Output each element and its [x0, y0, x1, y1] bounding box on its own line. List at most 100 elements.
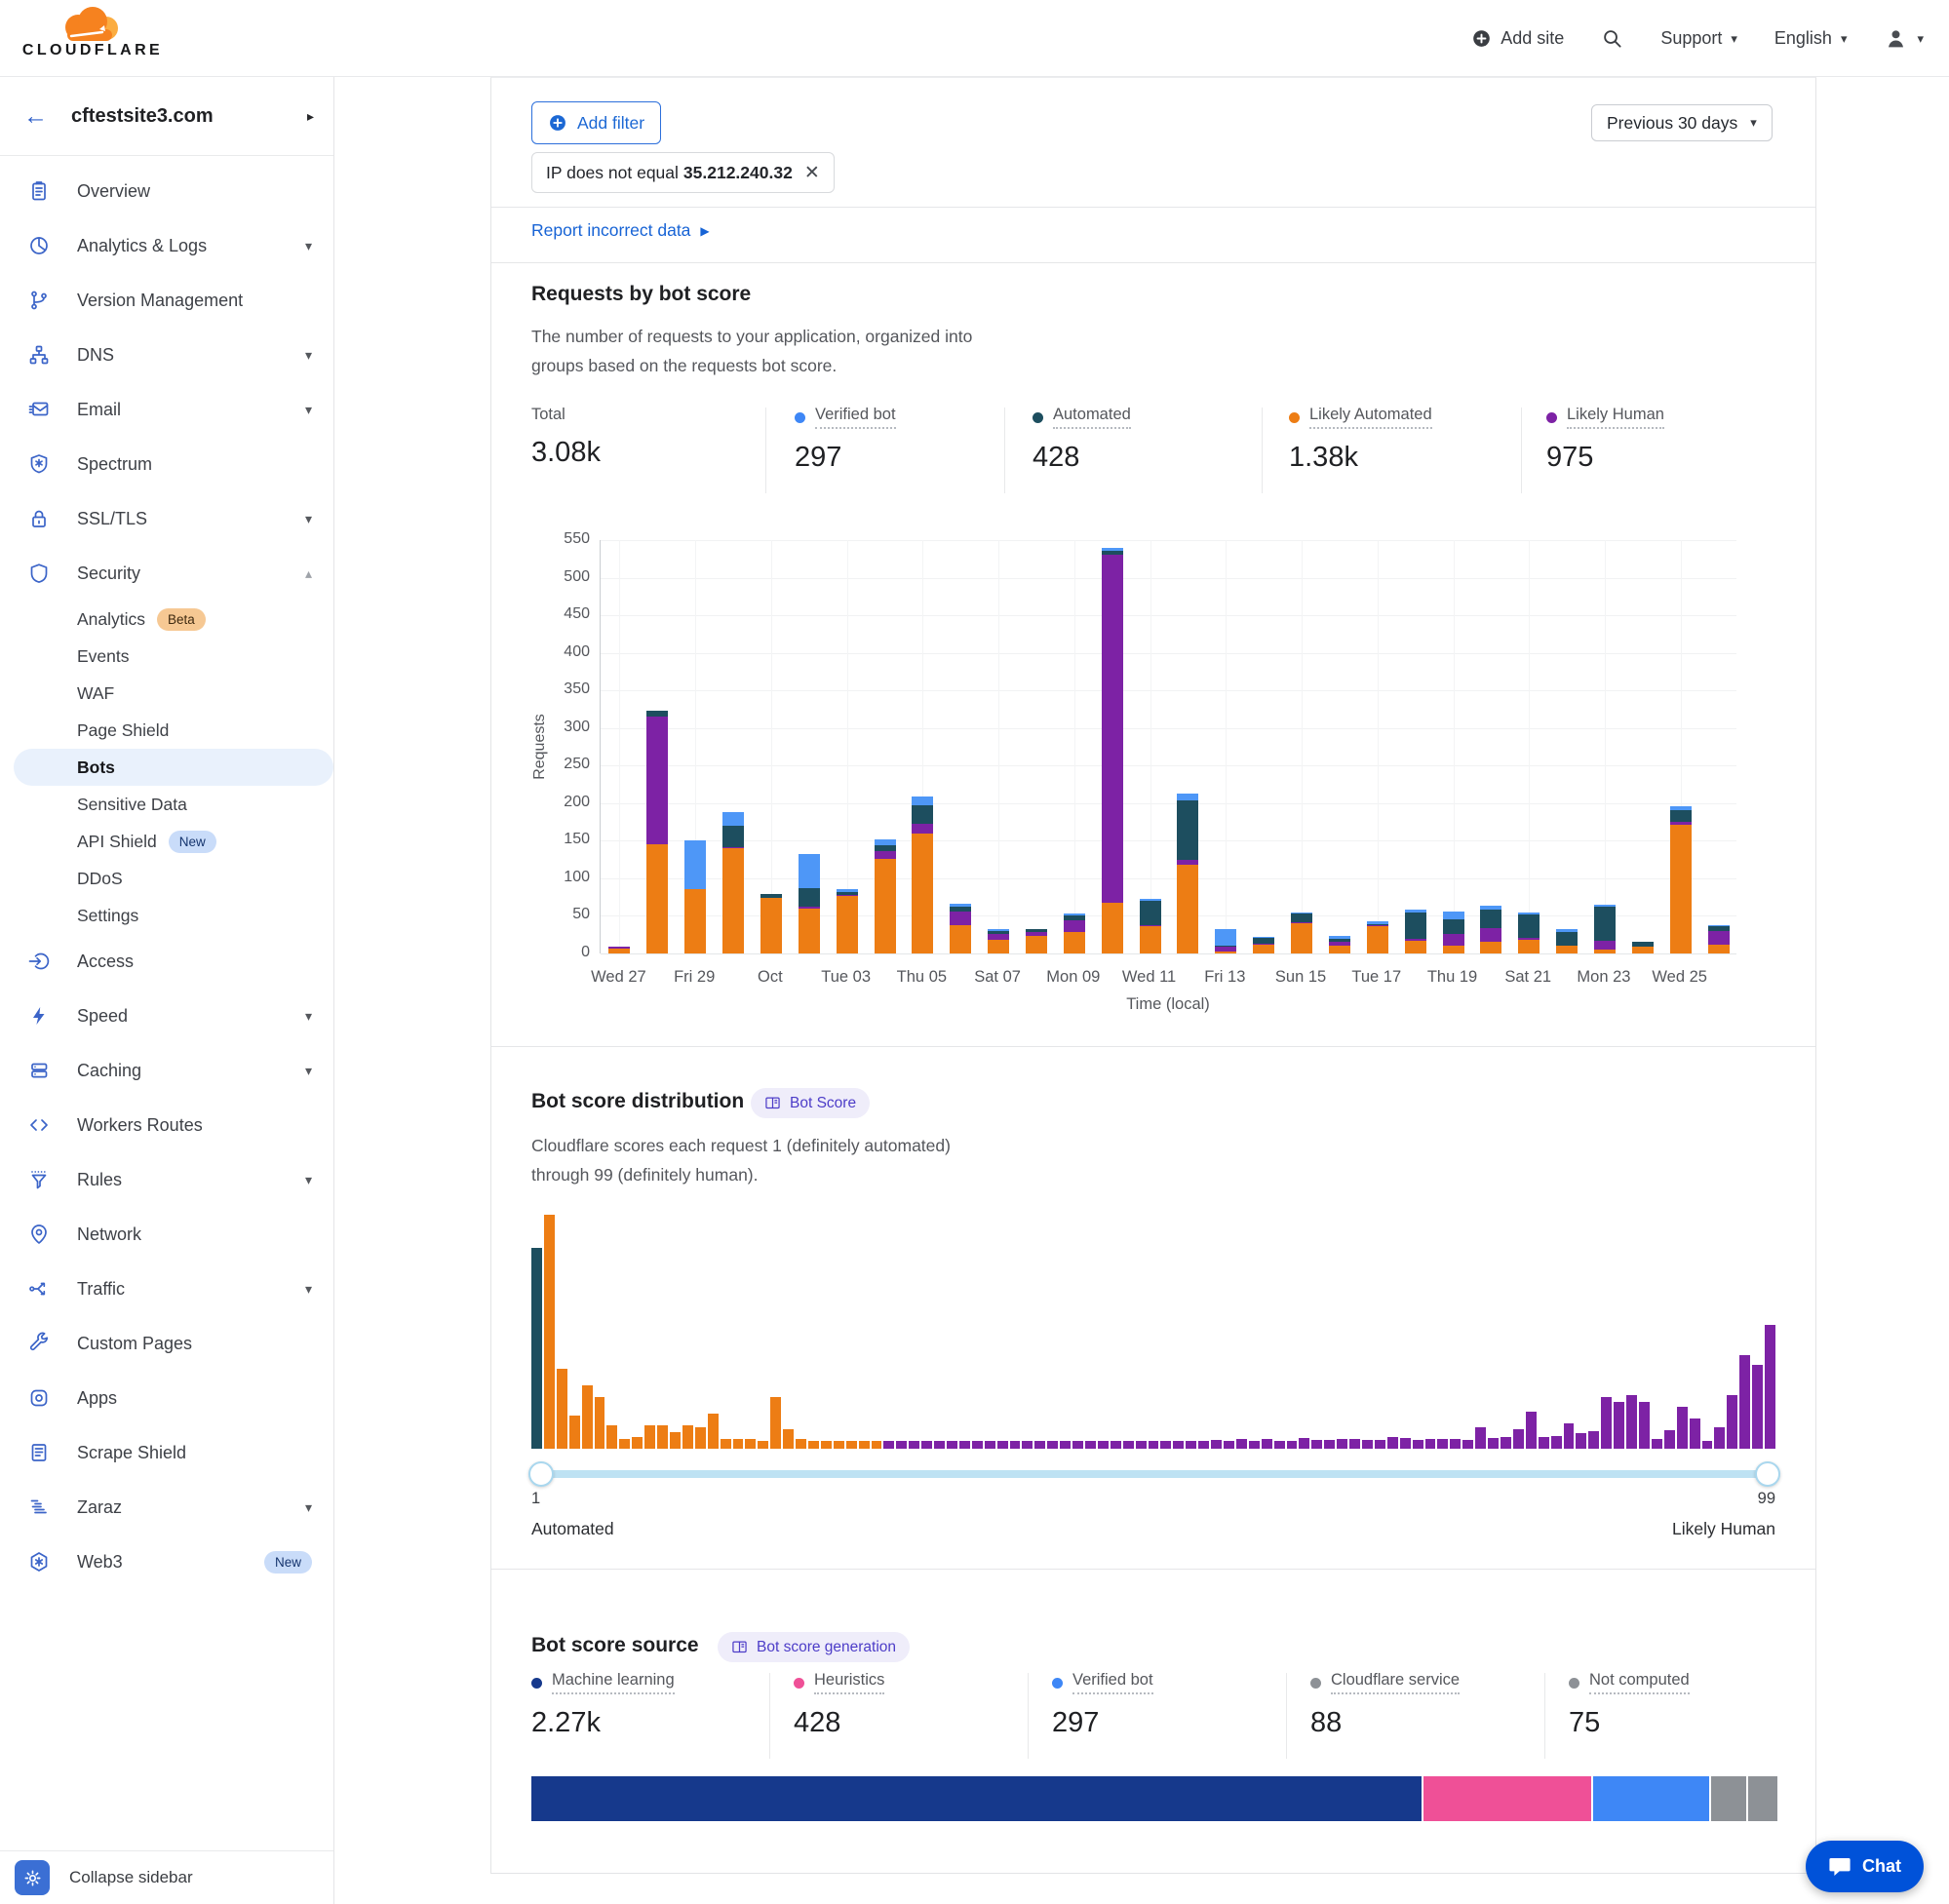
legend-dot [1033, 412, 1043, 423]
stat-value: 297 [795, 442, 896, 474]
report-incorrect-data-link[interactable]: Report incorrect data ▶ [531, 220, 710, 241]
histogram-bar-score-60 [1274, 1441, 1285, 1449]
sidebar-item-network[interactable]: Network [0, 1207, 333, 1262]
chevron-right-icon[interactable]: ▸ [307, 108, 314, 125]
cloudflare-logo[interactable]: CLOUDFLARE [16, 4, 170, 59]
sidebar-subitem-label: Events [77, 646, 130, 667]
histogram-bar-score-47 [1111, 1441, 1121, 1449]
bot-score-generation-badge[interactable]: Bot score generation [718, 1632, 910, 1662]
histogram-bar-score-86 [1601, 1397, 1612, 1449]
bar-segment-likely-automated [646, 844, 668, 953]
bar-segment-automated [1405, 913, 1426, 940]
axis-tick-label: Mon 23 [1577, 968, 1630, 987]
sidebar-item-security[interactable]: Security▴ [0, 546, 333, 601]
histogram-bar-score-18 [745, 1439, 756, 1449]
sidebar-item-web3[interactable]: Web3New [0, 1535, 333, 1589]
gridline [1378, 540, 1379, 953]
add-site-button[interactable]: Add site [1471, 28, 1564, 49]
histogram-bar-score-7 [606, 1425, 617, 1449]
sidebar-subitem-page-shield[interactable]: Page Shield [0, 712, 333, 749]
language-menu[interactable]: English ▾ [1774, 28, 1848, 49]
filter-chip[interactable]: IP does not equal 35.212.240.32 ✕ [531, 152, 835, 193]
sidebar-subitem-sensitive-data[interactable]: Sensitive Data [0, 786, 333, 823]
sidebar-item-analytics-logs[interactable]: Analytics & Logs▾ [0, 218, 333, 273]
stat-machine-learning: Machine learning2.27k [531, 1671, 675, 1739]
slider-handle-min[interactable] [528, 1461, 554, 1487]
histogram-bar-score-67 [1362, 1440, 1373, 1449]
sidebar-item-spectrum[interactable]: Spectrum [0, 437, 333, 491]
bar-segment-verified-bot [1177, 794, 1198, 800]
divider [769, 1673, 770, 1759]
bar-segment-likely-human [875, 851, 896, 859]
bot-score-badge[interactable]: Bot Score [751, 1088, 870, 1118]
site-header: ← cftestsite3.com ▸ [0, 77, 333, 156]
bar-segment-likely-automated [1291, 923, 1312, 953]
close-icon[interactable]: ✕ [804, 164, 820, 182]
chat-button[interactable]: Chat [1806, 1841, 1924, 1892]
sidebar-subitem-waf[interactable]: WAF [0, 675, 333, 712]
sidebar-item-apps[interactable]: Apps [0, 1371, 333, 1425]
collapse-sidebar-button[interactable]: Collapse sidebar [69, 1868, 193, 1887]
histogram-bar-score-53 [1186, 1441, 1196, 1449]
sidebar-item-caching[interactable]: Caching▾ [0, 1043, 333, 1098]
plus-circle-icon [548, 113, 567, 133]
axis-tick-label: Wed 25 [1652, 968, 1707, 987]
sidebar-subitem-api-shield[interactable]: API ShieldNew [0, 823, 333, 860]
histogram-bar-score-35 [959, 1441, 970, 1449]
sidebar-item-workers-routes[interactable]: Workers Routes [0, 1098, 333, 1152]
sidebar-item-speed[interactable]: Speed▾ [0, 989, 333, 1043]
chart-bar [1670, 806, 1692, 953]
x-axis-labels: Wed 27Fri 29OctTue 03Thu 05Sat 07Mon 09W… [600, 968, 1736, 991]
histogram-bar-score-46 [1098, 1441, 1109, 1449]
histogram-bar-score-48 [1123, 1441, 1134, 1449]
bar-segment-likely-automated [1480, 942, 1501, 953]
sidebar-item-custom-pages[interactable]: Custom Pages [0, 1316, 333, 1371]
stat-value: 1.38k [1289, 442, 1432, 474]
sidebar-subitem-events[interactable]: Events [0, 638, 333, 675]
stat-header: Verified bot [1052, 1671, 1153, 1694]
sidebar-item-overview[interactable]: Overview [0, 164, 333, 218]
histogram-bar-score-19 [758, 1441, 768, 1449]
histogram-bar-score-33 [934, 1441, 945, 1449]
stat-label: Heuristics [814, 1671, 884, 1694]
sidebar-item-zaraz[interactable]: Zaraz▾ [0, 1480, 333, 1535]
bar-segment-likely-automated [1064, 932, 1085, 953]
sidebar-item-traffic[interactable]: Traffic▾ [0, 1262, 333, 1316]
sidebar-subitem-ddos[interactable]: DDoS [0, 860, 333, 897]
score-range-slider [531, 1461, 1777, 1487]
axis-tick-label: Fri 29 [674, 968, 715, 987]
gridline [1074, 540, 1075, 953]
sidebar-item-rules[interactable]: Rules▾ [0, 1152, 333, 1207]
back-arrow-icon[interactable]: ← [23, 104, 48, 129]
legend-dot [1546, 412, 1557, 423]
add-filter-button[interactable]: Add filter [531, 101, 661, 144]
chart-bar [1064, 913, 1085, 953]
settings-gear-button[interactable] [15, 1860, 50, 1895]
sidebar-item-dns[interactable]: DNS▾ [0, 328, 333, 382]
ssl-tls-icon [27, 507, 51, 530]
sidebar-item-label: Network [77, 1224, 312, 1245]
chart-bar [1026, 929, 1047, 953]
legend-dot [1289, 412, 1300, 423]
stat-verified-bot: Verified bot297 [1052, 1671, 1153, 1739]
slider-handle-max[interactable] [1755, 1461, 1780, 1487]
divider [491, 262, 1815, 263]
chart-bar [988, 929, 1009, 953]
chart-bar [1594, 905, 1616, 953]
axis-tick-label: 150 [564, 831, 590, 848]
chevron-down-icon: ▾ [305, 238, 312, 254]
sidebar-subitem-bots[interactable]: Bots [14, 749, 333, 786]
sidebar-item-access[interactable]: Access [0, 934, 333, 989]
sidebar-item-email[interactable]: Email▾ [0, 382, 333, 437]
date-range-select[interactable]: Previous 30 days ▾ [1591, 104, 1773, 141]
sidebar-item-scrape-shield[interactable]: Scrape Shield [0, 1425, 333, 1480]
sidebar-subitem-analytics[interactable]: AnalyticsBeta [0, 601, 333, 638]
sidebar-subitem-settings[interactable]: Settings [0, 897, 333, 934]
sidebar-item-ssl-tls[interactable]: SSL/TLS▾ [0, 491, 333, 546]
search-button[interactable] [1601, 27, 1623, 50]
support-menu[interactable]: Support ▾ [1660, 28, 1737, 49]
slider-track[interactable] [531, 1470, 1777, 1478]
account-menu[interactable]: ▾ [1884, 26, 1924, 51]
histogram-bar-score-83 [1564, 1423, 1575, 1449]
sidebar-item-version-management[interactable]: Version Management [0, 273, 333, 328]
